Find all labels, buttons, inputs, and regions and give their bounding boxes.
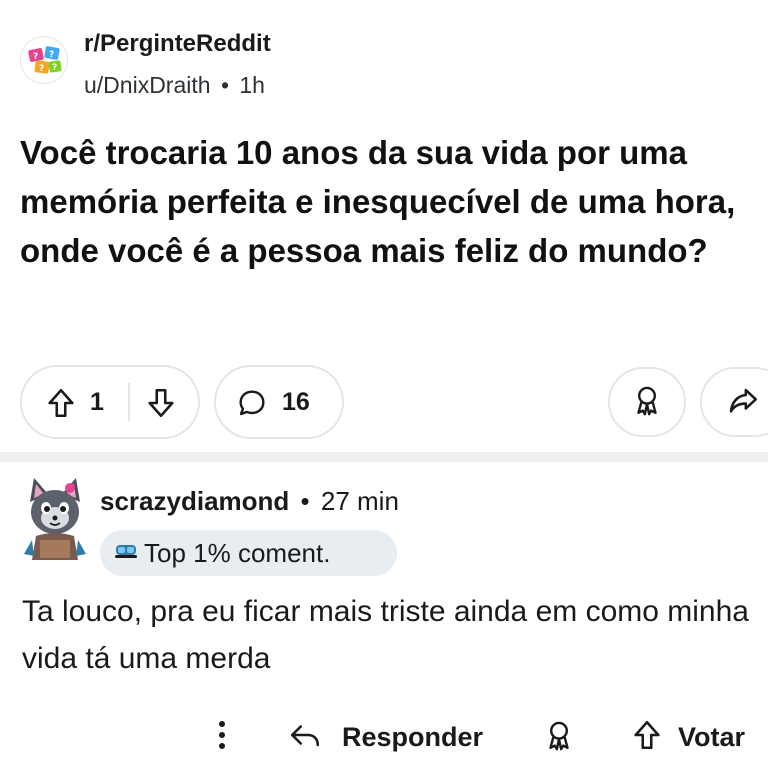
comment-award-button[interactable] (542, 714, 576, 760)
upvote-icon[interactable] (44, 386, 78, 425)
vote-pill: 1 (20, 365, 200, 439)
svg-text:?: ? (39, 64, 44, 74)
upvote-icon (630, 718, 664, 757)
comment-body: Ta louco, pra eu ficar mais triste ainda… (22, 595, 749, 675)
more-options-button[interactable] (214, 714, 230, 760)
comments-button[interactable]: 16 (214, 365, 344, 439)
top-commenter-badge[interactable]: Top 1% coment. (100, 530, 397, 576)
meta-separator: • (220, 72, 229, 98)
comment-count: 16 (282, 388, 310, 416)
comment-time: 27 min (320, 486, 399, 516)
reply-label: Responder (342, 721, 484, 752)
comment-meta-separator: • (300, 486, 310, 516)
post-author[interactable]: u/DnixDraith (84, 72, 211, 98)
comment-meta: scrazydiamond • 27 min (100, 486, 399, 517)
badge-label: Top 1% coment. (144, 537, 331, 568)
reply-arrow-icon (288, 718, 322, 757)
comment-actions: Responder Votar (0, 714, 768, 760)
post-card: ? ? ? ? r/PerginteReddit u/DnixDraith • … (0, 0, 768, 452)
post-time: 1h (239, 72, 265, 98)
svg-text:?: ? (49, 50, 54, 60)
goggles-icon (114, 538, 144, 569)
subreddit-name[interactable]: r/PerginteReddit (84, 30, 271, 58)
svg-text:?: ? (33, 52, 38, 62)
comment-bubble-icon (236, 387, 268, 424)
post-title[interactable]: Você trocaria 10 anos da sua vida por um… (20, 128, 755, 275)
vote-count: 1 (90, 388, 104, 416)
post-meta: u/DnixDraith • 1h (84, 72, 265, 99)
vote-divider (128, 383, 130, 421)
downvote-icon[interactable] (144, 386, 178, 425)
share-button[interactable] (700, 367, 768, 437)
vote-label: Votar (678, 721, 746, 752)
award-icon (630, 383, 664, 422)
user-avatar[interactable] (20, 476, 90, 560)
comment-username[interactable]: scrazydiamond (100, 486, 289, 516)
comment-card: scrazydiamond • 27 min Top 1% coment. Ta… (0, 462, 768, 768)
share-icon (726, 383, 760, 422)
award-icon (542, 718, 576, 757)
award-button[interactable] (608, 367, 686, 437)
reply-button[interactable]: Responder (288, 714, 483, 760)
svg-text:?: ? (52, 63, 57, 73)
vote-button[interactable]: Votar (630, 714, 745, 760)
subreddit-avatar[interactable]: ? ? ? ? (20, 36, 68, 84)
more-vertical-icon (214, 718, 230, 757)
